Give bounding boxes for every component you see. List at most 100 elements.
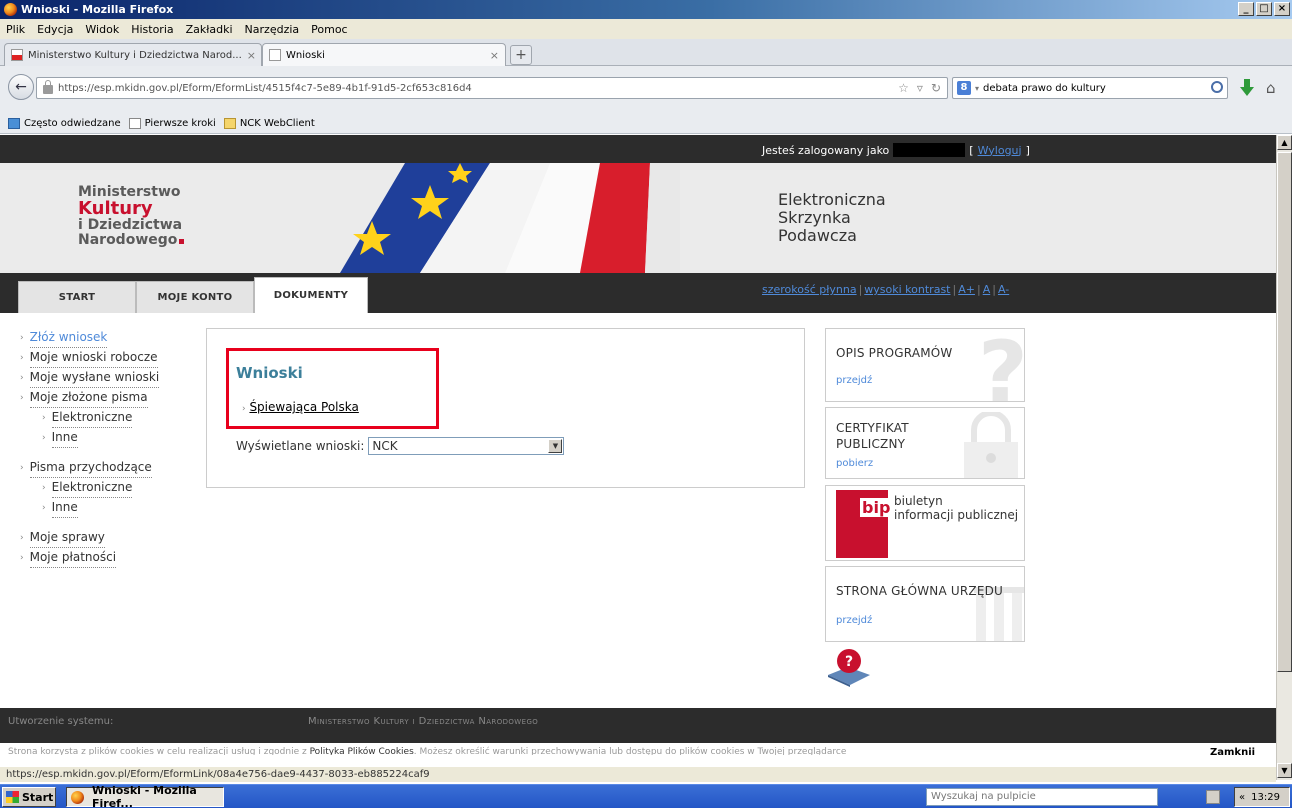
desktop-search-icon[interactable] (1206, 790, 1220, 804)
help-icon[interactable]: ? (826, 645, 872, 687)
menu-bar: Plik Edycja Widok Historia Zakładki Narz… (0, 19, 1292, 39)
system-tray: « 13:29 (1234, 787, 1290, 807)
menu-item-sent[interactable]: › Moje wysłane wnioski (20, 368, 160, 388)
box-title-line-1: CERTYFIKAT (836, 421, 909, 435)
tab-start[interactable]: START (18, 281, 136, 313)
box-title: STRONA GŁÓWNA URZĘDU (836, 584, 1004, 598)
dropdown-icon[interactable]: ▿ (917, 81, 923, 95)
menu-file[interactable]: Plik (6, 23, 25, 36)
scroll-thumb[interactable] (1277, 152, 1292, 672)
box-action-link[interactable]: pobierz (836, 458, 873, 469)
tab-close-icon[interactable]: × (490, 49, 499, 62)
envelope-icon (223, 118, 236, 129)
high-contrast-link[interactable]: wysoki kontrast (864, 283, 950, 296)
tray-expand-icon[interactable]: « (1239, 792, 1245, 803)
box-action-link[interactable]: przejdź (836, 615, 872, 626)
cookie-close-link[interactable]: Zamknij (1210, 747, 1255, 755)
ministry-logo[interactable]: Ministerstwo Kultury i Dziedzictwa Narod… (78, 185, 185, 248)
padlock-icon (964, 412, 1018, 478)
box-office-homepage[interactable]: STRONA GŁÓWNA URZĘDU przejdź (825, 566, 1025, 642)
filter-selected-value: NCK (372, 439, 398, 453)
menu-help[interactable]: Pomoc (311, 23, 347, 36)
search-engine-icon[interactable]: 8 (957, 81, 971, 95)
bracket-close: ] (1025, 143, 1030, 157)
menu-item-my-payments[interactable]: › Moje płatności (20, 548, 159, 568)
chevron-down-icon[interactable]: ▼ (548, 439, 563, 453)
maximize-button[interactable]: □ (1256, 2, 1272, 16)
cookie-policy-link[interactable]: Polityka Plików Cookies (310, 747, 414, 755)
esp-line-2: Skrzynka (778, 208, 851, 227)
taskbar-firefox-window[interactable]: Wnioski - Mozilla Firef... (66, 784, 224, 810)
scroll-up-icon[interactable]: ▲ (1277, 135, 1292, 150)
window-title: Wnioski - Mozilla Firefox (21, 3, 174, 16)
menu-item-incoming[interactable]: › Pisma przychodzące (20, 458, 159, 478)
filter-select[interactable]: NCK ▼ (368, 437, 565, 455)
redacted-username (893, 143, 966, 157)
page-scrollbar[interactable]: ▲ ▼ (1276, 135, 1292, 780)
font-larger-link[interactable]: A+ (958, 283, 975, 296)
minimize-button[interactable]: _ (1238, 2, 1254, 16)
logged-in-label: Jesteś zalogowany jako (762, 143, 890, 157)
fluid-width-link[interactable]: szerokość płynna (762, 283, 857, 296)
scroll-down-icon[interactable]: ▼ (1277, 763, 1292, 778)
application-link[interactable]: › Śpiewająca Polska (242, 400, 359, 414)
tab-close-icon[interactable]: × (247, 49, 256, 62)
close-button[interactable]: × (1274, 2, 1290, 16)
start-button[interactable]: Start (2, 787, 56, 807)
back-button[interactable]: ← (8, 74, 34, 100)
tab-wnioski[interactable]: Wnioski × (262, 43, 506, 66)
bookmark-most-visited[interactable]: Często odwiedzane (8, 118, 121, 129)
search-input[interactable]: debata prawo do kultury (983, 83, 1106, 94)
logout-link[interactable]: Wyloguj (978, 144, 1022, 157)
firefox-icon (71, 790, 84, 804)
menu-bookmarks[interactable]: Zakładki (186, 23, 233, 36)
menu-item-other[interactable]: › Inne (20, 428, 159, 448)
footer-ministry[interactable]: Ministerstwo Kultury i Dziedzictwa Narod… (308, 716, 538, 727)
menu-item-submit-application[interactable]: › Złóż wniosek (20, 328, 159, 348)
windows-logo-icon (6, 791, 19, 803)
tab-ministerstwo[interactable]: Ministerstwo Kultury i Dziedzictwa Narod… (4, 43, 262, 66)
browser-tab-bar: Ministerstwo Kultury i Dziedzictwa Narod… (0, 39, 1292, 66)
tab-documents[interactable]: DOKUMENTY (254, 277, 368, 313)
search-box[interactable]: 8 ▾ debata prawo do kultury (952, 77, 1228, 99)
tab-my-account[interactable]: MOJE KONTO (136, 281, 254, 313)
address-bar[interactable]: https://esp.mkidn.gov.pl/Eform/EformList… (36, 77, 948, 99)
taskbar-item-label: Wnioski - Mozilla Firef... (92, 784, 197, 810)
new-tab-button[interactable]: + (510, 45, 532, 65)
page-icon (128, 118, 141, 129)
star-icon[interactable]: ☆ (898, 81, 909, 95)
left-menu: › Złóż wniosek › Moje wnioski robocze › Moj… (20, 328, 160, 568)
box-bip[interactable]: bip biuletyn informacji publicznej (825, 485, 1025, 561)
logo-dot (179, 239, 185, 244)
box-public-certificate[interactable]: CERTYFIKAT PUBLICZNY pobierz (825, 407, 1025, 479)
font-smaller-link[interactable]: A- (998, 283, 1009, 296)
menu-edit[interactable]: Edycja (37, 23, 73, 36)
download-icon[interactable] (1240, 79, 1254, 97)
menu-item-electronic[interactable]: › Elektroniczne (20, 408, 159, 428)
menu-item-incoming-other[interactable]: › Inne (20, 498, 159, 518)
menu-item-my-cases[interactable]: › Moje sprawy (20, 528, 159, 548)
bookmark-first-steps[interactable]: Pierwsze kroki (128, 118, 216, 129)
search-icon[interactable] (1211, 81, 1223, 93)
web-page: Jesteś zalogowany jako [Wyloguj] Ministe… (0, 135, 1276, 755)
desktop-search-input[interactable]: Wyszukaj na pulpicie (926, 788, 1158, 806)
menu-tools[interactable]: Narzędzia (245, 23, 300, 36)
menu-item-incoming-electronic[interactable]: › Elektroniczne (20, 478, 159, 498)
reload-icon[interactable]: ↻ (931, 81, 941, 95)
link-arrow-icon: › (242, 404, 246, 414)
main-nav-strip: START MOJE KONTO DOKUMENTY szerokość pły… (0, 273, 1276, 313)
box-action-link[interactable]: przejdź (836, 375, 872, 386)
search-engine-dropdown-icon[interactable]: ▾ (975, 84, 979, 93)
filter-row: Wyświetlane wnioski: NCK ▼ (236, 437, 565, 455)
box-program-description[interactable]: ? OPIS PROGRAMÓW przejdź (825, 328, 1025, 402)
login-strip: Jesteś zalogowany jako [Wyloguj] (0, 135, 1276, 163)
font-normal-link[interactable]: A (983, 283, 991, 296)
page-favicon-icon (269, 49, 281, 61)
menu-view[interactable]: Widok (85, 23, 119, 36)
menu-history[interactable]: Historia (131, 23, 173, 36)
bookmark-nck-webclient[interactable]: NCK WebClient (223, 118, 315, 129)
menu-item-submitted-letters[interactable]: › Moje złożone pisma (20, 388, 159, 408)
menu-item-drafts[interactable]: › Moje wnioski robocze (20, 348, 159, 368)
bookmark-label: Pierwsze kroki (144, 118, 216, 129)
home-icon[interactable]: ⌂ (1266, 79, 1276, 97)
